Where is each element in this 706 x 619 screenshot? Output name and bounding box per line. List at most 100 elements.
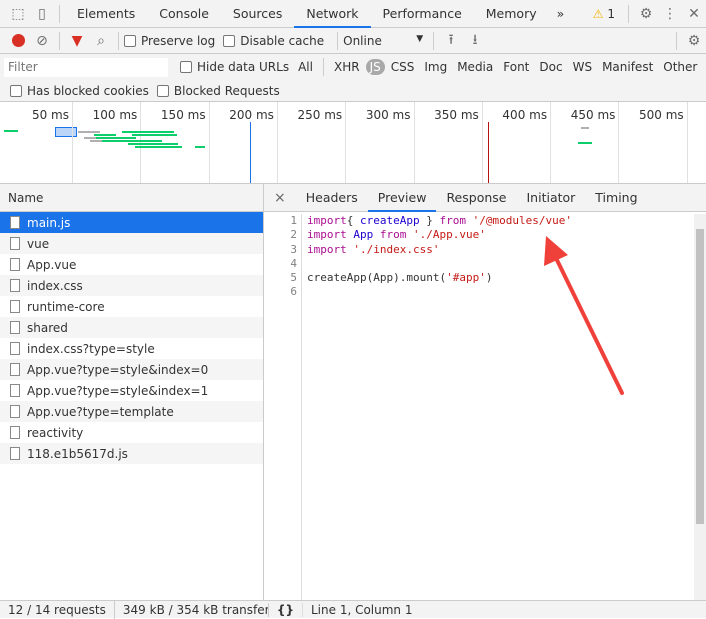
request-row[interactable]: main.js: [0, 212, 263, 233]
code-line: import{ createApp } from '/@modules/vue': [307, 214, 572, 228]
search-icon[interactable]: ⌕: [89, 29, 113, 53]
code-token: './App.vue': [413, 228, 486, 242]
filter-type-img[interactable]: Img: [420, 59, 451, 75]
filter-type-other[interactable]: Other: [659, 59, 701, 75]
has-blocked-cookies-checkbox[interactable]: Has blocked cookies: [10, 84, 149, 98]
file-icon: [10, 216, 20, 229]
request-row[interactable]: App.vue: [0, 254, 263, 275]
device-toolbar-icon[interactable]: ▯: [30, 2, 54, 26]
tab-network[interactable]: Network: [294, 0, 371, 28]
hide-data-urls-checkbox[interactable]: Hide data URLs: [180, 60, 289, 74]
code-token: '#app': [446, 271, 486, 285]
close-icon[interactable]: ✕: [682, 2, 706, 26]
request-row[interactable]: reactivity: [0, 422, 263, 443]
network-overview-timeline[interactable]: 50 ms 100 ms 150 ms 200 ms 250 ms 300 ms 350 m…: [0, 102, 706, 184]
code-token: {: [346, 214, 360, 227]
preserve-log-checkbox[interactable]: Preserve log: [124, 34, 215, 48]
file-icon: [10, 342, 20, 355]
has-blocked-cookies-label: Has blocked cookies: [27, 83, 149, 98]
timeline-request-bar: [128, 143, 178, 145]
code-token: from: [379, 228, 407, 242]
timeline-request-bar: [135, 146, 182, 148]
blocked-requests-checkbox[interactable]: Blocked Requests: [156, 84, 280, 98]
filter-type-media[interactable]: Media: [453, 59, 497, 75]
tab-elements[interactable]: Elements: [65, 0, 147, 28]
timeline-request-bar: [132, 134, 177, 136]
filter-type-xhr[interactable]: XHR: [330, 59, 364, 75]
tab-initiator[interactable]: Initiator: [516, 184, 585, 212]
request-row[interactable]: App.vue?type=style&index=0: [0, 359, 263, 380]
vertical-scrollbar[interactable]: [694, 214, 706, 600]
export-har-icon[interactable]: ⭳: [463, 29, 487, 53]
pretty-print-button[interactable]: {}: [269, 602, 303, 617]
network-settings-icon[interactable]: ⚙: [682, 29, 706, 53]
line-number: 4: [290, 256, 297, 270]
filter-type-css[interactable]: CSS: [387, 59, 419, 75]
timeline-gridline: [413, 102, 415, 183]
request-row[interactable]: 118.e1b5617d.js: [0, 443, 263, 464]
tab-timing[interactable]: Timing: [585, 184, 647, 212]
timeline-gridline: [550, 102, 552, 183]
network-toolbar: ⊘ ▼ ⌕ Preserve log Disable cache Online ▼…: [0, 28, 706, 54]
filter-type-ws[interactable]: WS: [569, 59, 596, 75]
code-line: import './index.css': [307, 243, 572, 257]
preserve-log-label: Preserve log: [141, 33, 216, 48]
tab-console[interactable]: Console: [147, 0, 221, 28]
overview-selection[interactable]: [55, 127, 77, 137]
request-row[interactable]: index.css?type=style: [0, 338, 263, 359]
code-token: import: [307, 228, 347, 242]
filter-input[interactable]: [4, 57, 168, 77]
request-row[interactable]: App.vue?type=style&index=1: [0, 380, 263, 401]
timeline-request-bar: [84, 137, 96, 139]
tab-headers[interactable]: Headers: [296, 184, 368, 212]
timeline-request-bar: [90, 140, 102, 142]
filter-bar: Hide data URLs All XHRJSCSSImgMediaFontDo…: [0, 54, 706, 80]
inspect-element-icon[interactable]: ⬚: [6, 2, 30, 26]
record-button[interactable]: [6, 29, 30, 53]
tab-memory[interactable]: Memory: [474, 0, 549, 28]
request-name: index.css: [27, 278, 83, 293]
more-options-icon[interactable]: ⋮: [658, 2, 682, 26]
tab-preview[interactable]: Preview: [367, 184, 437, 212]
dom-content-loaded-line: [250, 122, 251, 183]
filter-type-font[interactable]: Font: [499, 59, 533, 75]
tab-performance[interactable]: Performance: [371, 0, 474, 28]
request-row[interactable]: shared: [0, 317, 263, 338]
import-har-icon[interactable]: ⭱: [439, 29, 463, 53]
request-count: 12 / 14 requests: [8, 602, 106, 617]
code-token: '/@modules/vue': [472, 214, 572, 227]
filter-type-manifest[interactable]: Manifest: [598, 59, 657, 75]
timeline-request-bar: [94, 134, 116, 136]
clear-icon[interactable]: ⊘: [30, 29, 54, 53]
timeline-request-bar: [581, 127, 589, 129]
close-detail-button[interactable]: ×: [264, 190, 296, 206]
request-row[interactable]: runtime-core: [0, 296, 263, 317]
request-name: main.js: [27, 215, 71, 230]
request-row[interactable]: vue: [0, 233, 263, 254]
filter-type-js[interactable]: JS: [365, 59, 385, 75]
more-tabs-button[interactable]: »: [549, 0, 573, 28]
scrollbar-thumb[interactable]: [696, 229, 704, 524]
line-number: 1: [290, 214, 297, 227]
timeline-gridline: [208, 102, 210, 183]
cursor-position: Line 1, Column 1: [311, 602, 413, 617]
settings-icon[interactable]: ⚙: [634, 2, 658, 26]
request-row[interactable]: index.css: [0, 275, 263, 296]
tab-sources[interactable]: Sources: [221, 0, 294, 28]
filter-icon[interactable]: ▼: [65, 29, 89, 53]
preview-code-view[interactable]: 123456 import{ createApp } from '/@modul…: [264, 214, 694, 600]
disable-cache-checkbox[interactable]: Disable cache: [223, 34, 324, 48]
timeline-request-bar: [102, 140, 162, 142]
tab-response[interactable]: Response: [436, 184, 516, 212]
file-icon: [10, 384, 20, 397]
warnings-button[interactable]: ⚠ 1: [593, 7, 615, 21]
filter-type-doc[interactable]: Doc: [535, 59, 566, 75]
request-name: App.vue?type=style&index=0: [27, 362, 209, 377]
filter-type-all[interactable]: All: [294, 59, 317, 75]
request-row[interactable]: App.vue?type=template: [0, 401, 263, 422]
name-column-header[interactable]: Name: [0, 184, 263, 212]
throttling-select[interactable]: Online ▼: [343, 34, 423, 48]
